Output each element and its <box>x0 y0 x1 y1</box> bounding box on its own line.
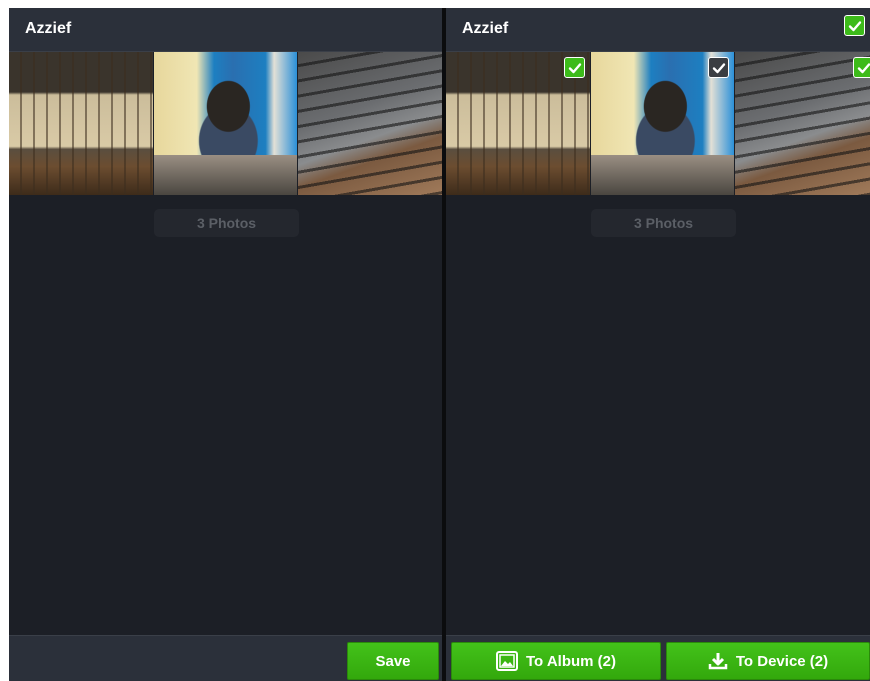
photo-count-label: 3 Photos <box>154 209 299 237</box>
photo-thumbnail[interactable] <box>735 52 870 195</box>
to-album-label: To Album (2) <box>526 652 616 670</box>
photo-thumbnail[interactable] <box>298 52 442 195</box>
photo-select-checkbox[interactable] <box>853 57 870 78</box>
photo-thumbnail[interactable] <box>591 52 734 195</box>
photo-thumbnail[interactable] <box>446 52 590 195</box>
save-button[interactable]: Save <box>347 642 439 680</box>
download-icon <box>708 653 728 670</box>
bottom-action-bar: To Album (2) To Device (2) <box>446 635 870 681</box>
photo-count-label: 3 Photos <box>591 209 736 237</box>
photo-thumbnail[interactable] <box>154 52 297 195</box>
check-icon <box>568 62 581 73</box>
thumbnail-grid <box>9 52 442 195</box>
to-device-button[interactable]: To Device (2) <box>666 642 870 680</box>
to-album-button[interactable]: To Album (2) <box>451 642 661 680</box>
check-icon <box>712 62 725 73</box>
save-button-label: Save <box>375 652 411 670</box>
thumbnail-grid <box>446 52 870 195</box>
title-bar: Azzief <box>9 8 442 52</box>
check-icon <box>857 62 870 73</box>
album-view-panel: Azzief 3 Photos Save <box>9 8 442 681</box>
select-all-checkbox[interactable] <box>844 15 865 36</box>
album-title: Azzief <box>462 20 509 37</box>
title-bar: Azzief <box>446 8 870 52</box>
selection-mode-panel: Azzief 3 Photos To Album (2) To Device (… <box>446 8 870 681</box>
photo-select-checkbox[interactable] <box>708 57 729 78</box>
photo-select-checkbox[interactable] <box>564 57 585 78</box>
bottom-action-bar: Save <box>9 635 442 681</box>
to-device-label: To Device (2) <box>735 652 829 670</box>
album-icon <box>496 651 518 671</box>
album-title: Azzief <box>25 20 72 37</box>
check-icon <box>848 20 861 31</box>
photo-thumbnail[interactable] <box>9 52 153 195</box>
